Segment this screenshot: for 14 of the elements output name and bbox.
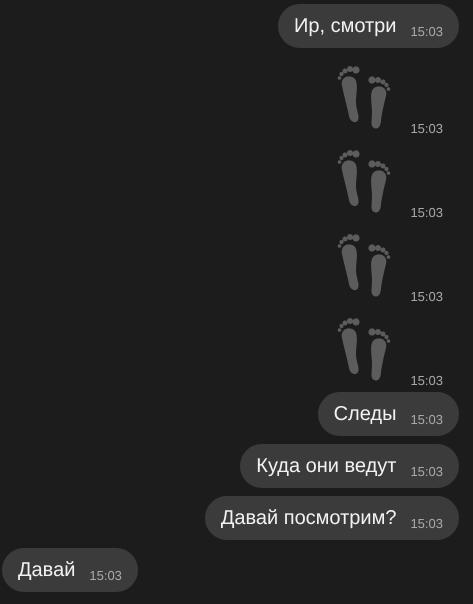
message-time: 15:03 — [410, 464, 443, 479]
message-time: 15:03 — [410, 516, 443, 531]
message-text: Следы — [334, 402, 396, 426]
message-time: 15:03 — [410, 24, 443, 39]
message-time: 15:03 — [410, 121, 443, 136]
message-time: 15:03 — [410, 205, 443, 220]
message-text: Ир, смотри — [294, 14, 396, 38]
message-time: 15:03 — [410, 289, 443, 304]
message-text: Куда они ведут — [256, 454, 396, 478]
message-time: 15:03 — [89, 568, 122, 583]
message-text: Давай — [18, 558, 76, 582]
message-time: 15:03 — [410, 373, 443, 388]
message-time: 15:03 — [410, 412, 443, 427]
message-text: Давай посмотрим? — [220, 506, 396, 530]
